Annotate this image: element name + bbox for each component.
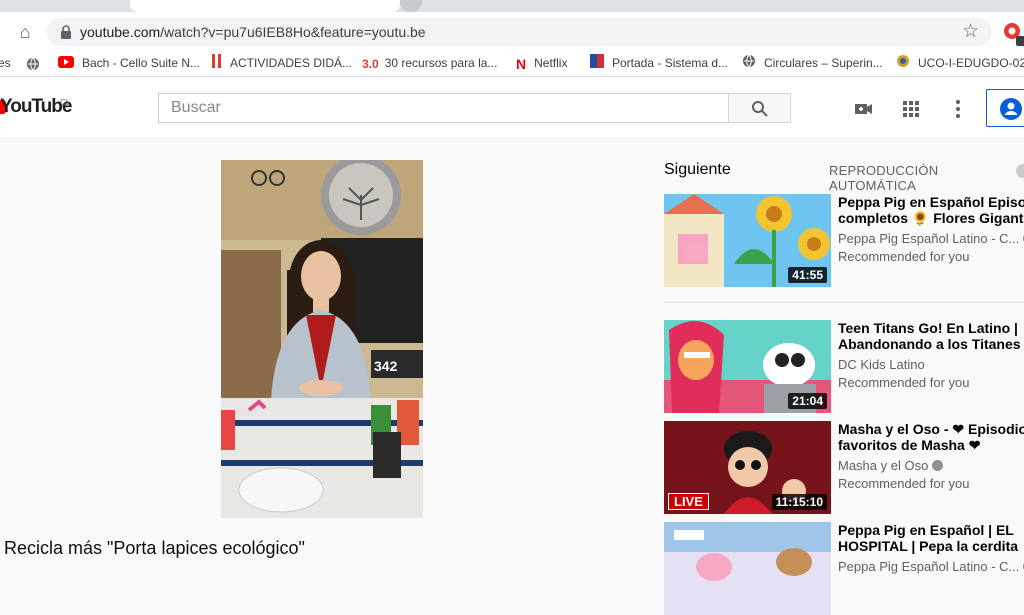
globe-icon — [26, 50, 48, 76]
account-icon — [1000, 98, 1022, 120]
bookmark-item[interactable]: Bach - Cello Suite N... — [58, 50, 200, 76]
video-duration: 11:15:10 — [771, 494, 827, 510]
30-icon: 3.0 — [362, 56, 379, 71]
search-button[interactable] — [728, 93, 791, 123]
home-icon[interactable]: ⌂ — [14, 21, 36, 43]
divider — [664, 302, 1024, 303]
channel-name[interactable]: Masha y el Oso — [838, 458, 944, 473]
region-label: CL — [60, 98, 71, 107]
bookmark-star-icon[interactable]: ☆ — [962, 20, 979, 44]
bookmark-item[interactable]: Circulares – Superin... — [742, 50, 883, 76]
create-video-icon[interactable] — [852, 97, 876, 121]
video-thumbnail[interactable] — [664, 522, 831, 615]
video-thumbnail[interactable]: 41:55 — [664, 194, 831, 287]
thumbnail-image — [664, 522, 831, 615]
channel-name[interactable]: DC Kids Latino — [838, 357, 925, 372]
video-frame: 342 — [221, 160, 423, 518]
bookmark-item[interactable]: N Netflix — [516, 50, 567, 76]
video-title-link[interactable]: Peppa Pig en Español Episodioscompletos … — [838, 194, 1024, 226]
apps-grid-icon[interactable] — [899, 97, 923, 121]
bookmark-item[interactable]: ACTIVIDADES DIDÁ... — [212, 50, 352, 76]
url-text[interactable]: youtube.com/watch?v=pu7u6IEB8Ho&feature=… — [80, 18, 426, 46]
bars-icon — [212, 51, 222, 77]
bookmark-item[interactable]: 3.0 30 recursos para la... — [362, 50, 497, 76]
video-thumbnail[interactable]: 21:04 — [664, 320, 831, 413]
autoplay-toggle[interactable] — [1016, 164, 1024, 178]
video-duration: 41:55 — [788, 267, 827, 283]
lock-icon — [61, 25, 71, 39]
recommendation-label: Recommended for you — [838, 476, 970, 491]
recommendation-label: Recommended for you — [838, 375, 970, 390]
extension-icon[interactable] — [1000, 18, 1024, 46]
search-box — [158, 93, 728, 123]
seal-icon — [896, 51, 910, 77]
autoplay-label: REPRODUCCIÓN AUTOMÁTICA — [829, 163, 939, 193]
verified-icon — [932, 460, 944, 471]
video-title-link[interactable]: Masha y el Oso - ❤ Episodios favoritos de… — [838, 421, 1024, 453]
video-thumbnail[interactable]: LIVE 11:15:10 — [664, 421, 831, 514]
flag-icon — [590, 51, 604, 77]
bookmark-item[interactable]: es — [0, 50, 11, 76]
search-icon — [752, 101, 768, 117]
up-next-label: Siguiente — [664, 161, 731, 178]
channel-name[interactable]: Peppa Pig Español Latino - C... — [838, 231, 1024, 246]
youtube-icon — [58, 51, 74, 77]
globe-icon — [742, 51, 756, 77]
sign-in-button[interactable] — [986, 89, 1024, 127]
video-title: Recicla más "Porta lapices ecológico" — [4, 538, 305, 558]
more-vertical-icon[interactable] — [946, 97, 970, 121]
video-player[interactable]: 342 — [221, 160, 423, 518]
bookmark-item[interactable]: UCO-I-EDUGDO-02... — [896, 50, 1024, 76]
tab-strip — [0, 0, 1024, 12]
video-title-link[interactable]: Peppa Pig en Español | EL HOSPITAL | Pepa… — [838, 522, 1024, 554]
bookmark-item[interactable]: Portada - Sistema d... — [590, 50, 728, 76]
video-title-link[interactable]: Teen Titans Go! En Latino | Abandonando a… — [838, 320, 1024, 352]
search-input[interactable] — [159, 94, 723, 122]
recommendation-label: Recommended for you — [838, 249, 970, 264]
netflix-icon: N — [516, 55, 527, 72]
channel-name[interactable]: Peppa Pig Español Latino - C... — [838, 559, 1024, 574]
scoreboard-text: 342 — [374, 358, 398, 374]
video-duration: 21:04 — [788, 393, 827, 409]
active-tab[interactable] — [130, 0, 400, 12]
new-tab-button[interactable] — [400, 0, 422, 12]
live-badge: LIVE — [668, 493, 709, 510]
